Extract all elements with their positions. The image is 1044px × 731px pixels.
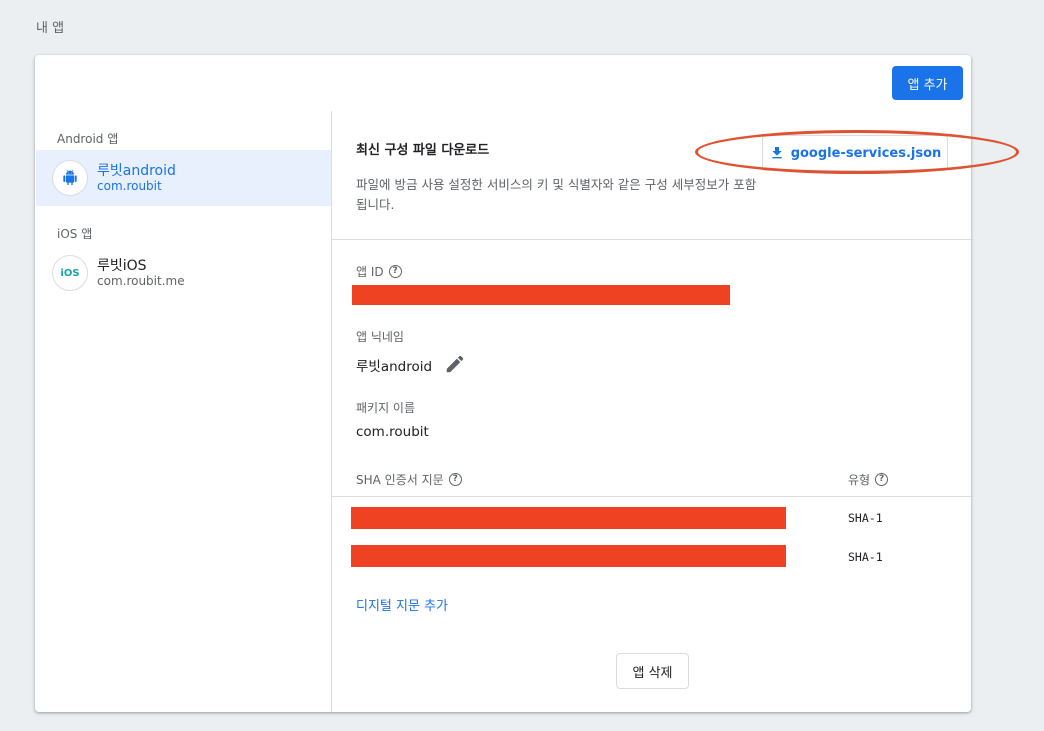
app-id-label-text: 앱 ID — [356, 265, 384, 279]
package-value: com.roubit — [356, 424, 429, 440]
section-divider — [332, 239, 971, 240]
ios-icon: iOS — [52, 255, 88, 291]
sha-row-2-fingerprint-redacted — [351, 545, 786, 567]
add-app-button[interactable]: 앱 추가 — [892, 66, 963, 100]
sha-help-icon[interactable]: ? — [448, 473, 462, 486]
app-detail-panel: 최신 구성 파일 다운로드 파일에 방금 사용 설정한 서비스의 키 및 식별자… — [332, 111, 1019, 712]
type-header-label: 유형 ? — [848, 471, 889, 488]
ios-app-name: 루빗iOS — [97, 258, 147, 274]
sha-table-divider — [332, 496, 971, 497]
config-description: 파일에 방금 사용 설정한 서비스의 키 및 식별자와 같은 구성 세부정보가 … — [356, 177, 757, 212]
android-app-name: 루빗android — [97, 163, 176, 179]
package-label: 패키지 이름 — [356, 401, 416, 415]
sha-row-1-fingerprint-redacted — [351, 507, 786, 529]
download-google-services-button[interactable]: google-services.json — [762, 135, 948, 171]
delete-app-button[interactable]: 앱 삭제 — [616, 653, 689, 689]
nickname-value: 루빗android — [356, 359, 433, 375]
app-id-help-icon[interactable]: ? — [388, 265, 402, 278]
android-icon — [52, 160, 88, 196]
ios-icon-label: iOS — [60, 267, 80, 279]
android-group-label: Android 앱 — [57, 132, 119, 146]
app-sidebar: Android 앱 루빗android com.roubit iOS 앱 iOS… — [36, 111, 331, 712]
app-id-value-redacted — [352, 285, 730, 305]
ios-app-bundle: com.roubit.me — [97, 274, 185, 288]
download-icon — [772, 147, 782, 159]
sha-row-2-type: SHA-1 — [848, 550, 883, 564]
sha-header-label-text: SHA 인증서 지문 — [356, 473, 444, 487]
ios-group-label: iOS 앱 — [57, 227, 93, 241]
app-id-label: 앱 ID ? — [356, 263, 402, 280]
edit-nickname-icon[interactable] — [444, 353, 466, 379]
add-fingerprint-link[interactable]: 디지털 지문 추가 — [356, 595, 448, 614]
type-header-label-text: 유형 — [848, 473, 871, 487]
android-app-package: com.roubit — [97, 179, 162, 193]
type-help-icon[interactable]: ? — [875, 473, 889, 486]
sidebar-item-android-app[interactable]: 루빗android com.roubit — [36, 150, 331, 206]
nickname-label: 앱 닉네임 — [356, 330, 404, 344]
config-download-title: 최신 구성 파일 다운로드 — [356, 143, 490, 158]
sha-header-label: SHA 인증서 지문 ? — [356, 471, 462, 488]
download-button-label: google-services.json — [790, 145, 942, 161]
sidebar-item-ios-app[interactable]: iOS 루빗iOS com.roubit.me — [36, 245, 331, 301]
sha-row-1-type: SHA-1 — [848, 511, 883, 525]
page-title: 내 앱 — [36, 21, 65, 36]
